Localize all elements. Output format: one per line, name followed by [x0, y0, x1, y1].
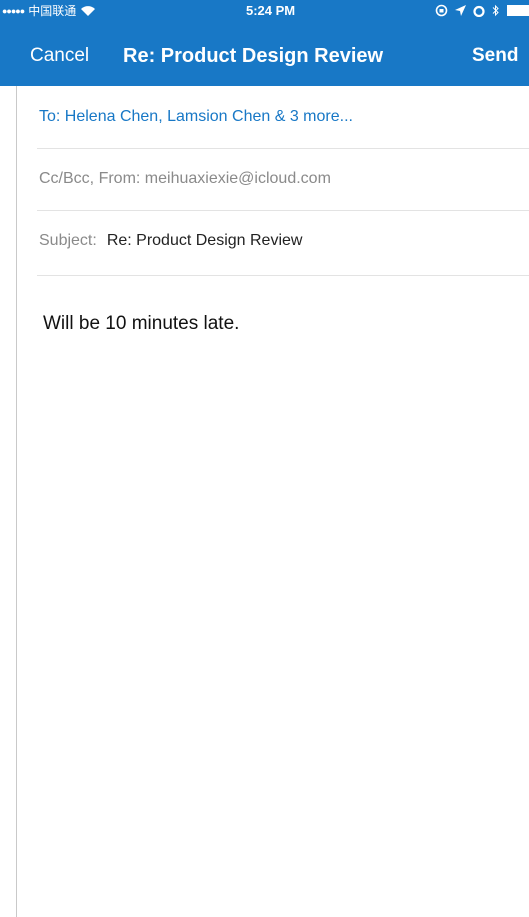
to-field-content: To: Helena Chen, Lamsion Chen & 3 more..… [39, 107, 353, 127]
send-button[interactable]: Send [472, 44, 518, 68]
status-bar: ●●●●● 中国联通 5:24 PM [0, 0, 529, 22]
cc-field-content: Cc/Bcc, From: meihuaxiexie@icloud.com [39, 169, 331, 189]
to-field[interactable]: To: Helena Chen, Lamsion Chen & 3 more..… [37, 86, 529, 149]
message-body-area[interactable] [17, 276, 529, 917]
location-icon [455, 4, 466, 17]
wifi-icon [80, 5, 96, 17]
from-address: meihuaxiexie@icloud.com [144, 170, 331, 187]
message-body-text[interactable]: Will be 10 minutes late. [43, 312, 239, 336]
recipients-list[interactable]: Helena Chen, Lamsion Chen & 3 more... [65, 108, 353, 125]
orientation-lock-icon [435, 4, 448, 17]
carrier-name: 中国联通 [28, 4, 77, 18]
cancel-button[interactable]: Cancel [30, 44, 89, 68]
subject-field-content: Subject: Re: Product Design Review [39, 231, 302, 251]
status-right [435, 4, 529, 17]
subject-label: Subject: [39, 232, 97, 249]
bluetooth-icon [492, 4, 500, 17]
status-time: 5:24 PM [246, 3, 296, 18]
cc-bcc-from-field[interactable]: Cc/Bcc, From: meihuaxiexie@icloud.com [37, 148, 529, 211]
subject-field[interactable]: Subject: Re: Product Design Review [37, 210, 529, 276]
battery-icon [507, 5, 529, 16]
subject-input[interactable]: Re: Product Design Review [107, 232, 303, 249]
to-label: To: [39, 108, 61, 125]
compose-screen: ●●●●● 中国联通 5:24 PM Cancel Re: Product De… [0, 0, 529, 917]
cc-bcc-from-label: Cc/Bcc, From: [39, 170, 141, 187]
nav-bar: Cancel Re: Product Design Review Send [0, 22, 529, 86]
signal-strength-icon: ●●●●● [2, 6, 25, 16]
status-left: ●●●●● 中国联通 [2, 3, 96, 19]
alarm-icon [473, 5, 485, 17]
page-title: Re: Product Design Review [123, 45, 384, 67]
